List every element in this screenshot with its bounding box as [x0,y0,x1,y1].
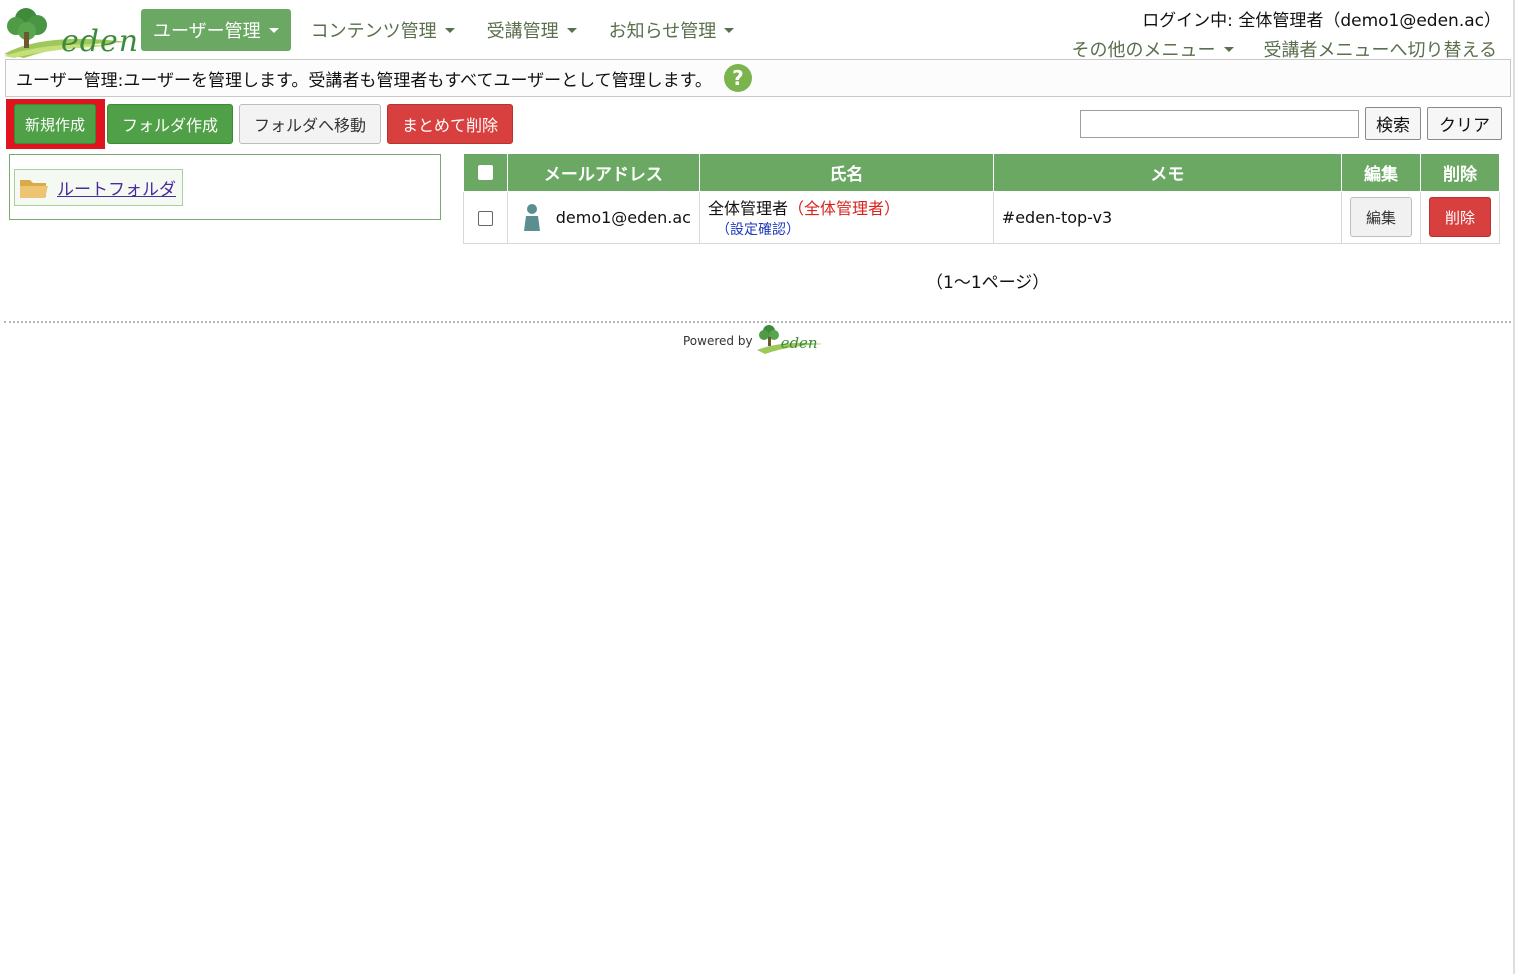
page-description-bar: ユーザー管理:ユーザーを管理します。受講者も管理者もすべてユーザーとして管理しま… [5,59,1511,97]
footer-logo-text: eden [780,334,818,352]
header-delete: 削除 [1419,154,1501,192]
nav-item-label: ユーザー管理 [153,21,261,42]
header-name[interactable]: 氏名 [698,154,994,192]
edit-button[interactable]: 編集 [1349,197,1412,237]
email-cell: demo1@eden.ac [506,190,700,244]
nav-user-management[interactable]: ユーザー管理 [141,9,291,51]
caret-down-icon [268,27,279,33]
root-folder-link[interactable]: ルートフォルダ [57,175,176,200]
folder-icon [20,179,48,198]
footer-logo: eden [756,322,823,354]
header-memo[interactable]: メモ [992,154,1342,192]
nav-content-management[interactable]: コンテンツ管理 [299,9,467,51]
select-all-checkbox[interactable] [477,164,493,180]
caret-down-icon [724,27,735,33]
header-email[interactable]: メールアドレス [506,154,700,192]
powered-by-text: Powered by [683,334,753,348]
page-description: ユーザー管理:ユーザーを管理します。受講者も管理者もすべてユーザーとして管理しま… [16,70,712,91]
folder-tree: ルートフォルダ [9,154,441,220]
name-cell: 全体管理者（全体管理者） （設定確認） [698,190,994,244]
edit-cell: 編集 [1340,190,1421,244]
login-info: ログイン中: 全体管理者（demo1@eden.ac） [1142,11,1501,31]
powered-by: Powered by eden [683,322,823,354]
help-icon[interactable]: ? [723,64,752,92]
bulk-delete-button[interactable]: まとめて削除 [387,104,513,144]
header-edit: 編集 [1340,154,1421,192]
move-to-folder-button[interactable]: フォルダへ移動 [239,104,381,144]
nav-item-label: 受講管理 [486,21,559,42]
caret-down-icon [444,27,455,33]
search-button[interactable]: 検索 [1365,107,1421,140]
logo-text: eden [61,24,140,59]
row-checkbox[interactable] [477,210,493,226]
new-user-button[interactable]: 新規作成 [14,104,96,144]
pagination-info: （1～1ページ） [926,273,1050,293]
user-email: demo1@eden.ac [555,207,691,227]
table-header-row: メールアドレス 氏名 メモ 編集 削除 [463,154,1501,192]
search-input[interactable] [1080,110,1359,138]
tree-node-root[interactable]: ルートフォルダ [14,169,183,206]
nav-notice-management[interactable]: お知らせ管理 [597,9,747,51]
select-all-header [463,154,508,192]
memo-cell: #eden-top-v3 [992,190,1342,244]
nav-item-label: コンテンツ管理 [310,21,437,42]
nav-item-label: お知らせ管理 [608,21,717,42]
nav-course-management[interactable]: 受講管理 [475,9,589,51]
delete-button[interactable]: 削除 [1428,197,1491,237]
clear-button[interactable]: クリア [1427,107,1502,140]
table-row: demo1@eden.ac 全体管理者（全体管理者） （設定確認） #eden-t… [463,190,1501,244]
settings-confirm-link[interactable]: （設定確認） [716,222,800,238]
user-role: （全体管理者） [788,199,901,218]
eden-logo[interactable]: eden [4,2,138,59]
delete-cell: 削除 [1419,190,1501,244]
create-folder-button[interactable]: フォルダ作成 [107,104,233,144]
user-name: 全体管理者 [707,199,788,218]
row-select-cell [463,190,508,244]
users-table: メールアドレス 氏名 メモ 編集 削除 demo1@eden.ac 全体管理者（… [463,154,1501,244]
user-icon [523,204,540,231]
main-nav: ユーザー管理 コンテンツ管理 受講管理 お知らせ管理 [141,9,754,51]
caret-down-icon [566,27,577,33]
caret-down-icon [1223,46,1234,52]
